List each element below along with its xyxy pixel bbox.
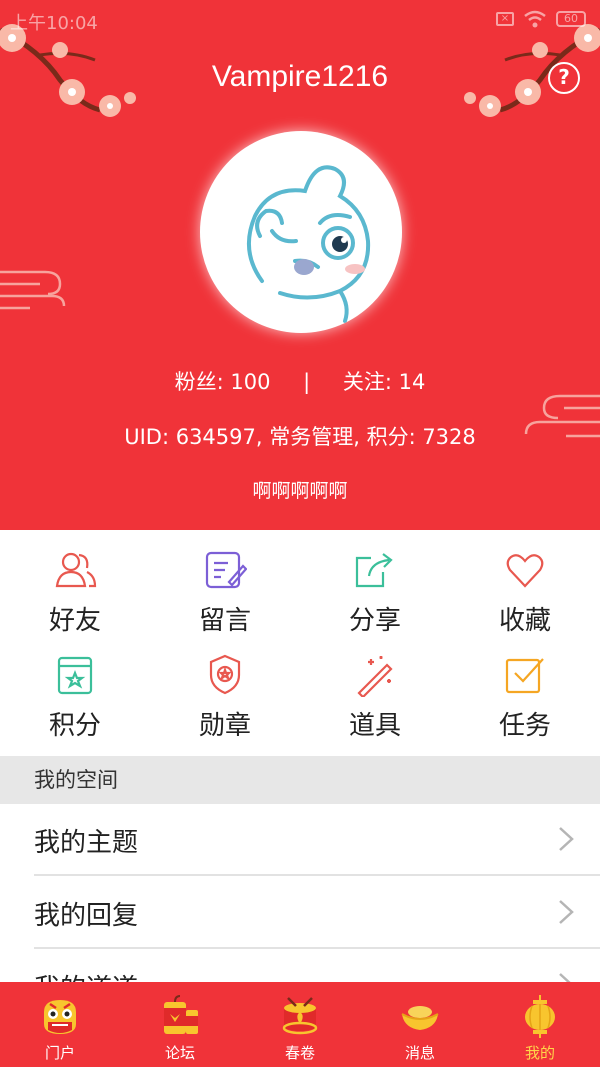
lantern-icon bbox=[525, 995, 555, 1038]
friends-icon bbox=[55, 552, 97, 588]
feature-medals[interactable]: 勋章 bbox=[150, 643, 300, 748]
sim-icon: × bbox=[496, 12, 514, 26]
tab-label: 门户 bbox=[44, 1044, 75, 1062]
uid-info: UID: 634597, 常务管理, 积分: 7328 bbox=[124, 425, 476, 449]
feature-label: 留言 bbox=[198, 606, 251, 636]
cloud-left-decoration bbox=[0, 270, 66, 310]
tab-label: 论坛 bbox=[164, 1044, 195, 1062]
tab-label: 春卷 bbox=[284, 1044, 315, 1062]
tab-label: 消息 bbox=[404, 1044, 435, 1062]
feature-label: 道具 bbox=[348, 711, 401, 741]
tab-mine[interactable]: 我的 bbox=[480, 982, 600, 1067]
task-icon bbox=[505, 658, 544, 694]
profile-header: 上午10:04 × 60 Vampire1216 ? 粉丝: 100 | 关注:… bbox=[0, 0, 600, 530]
feature-label: 收藏 bbox=[498, 606, 551, 636]
avatar-image bbox=[246, 165, 371, 323]
list-item-my-topics[interactable]: 我的主题 bbox=[0, 804, 600, 876]
feature-grid: 好友 留言 分享 收藏 积分 勋章 道具 任务 bbox=[0, 530, 600, 756]
gold-ingot-icon bbox=[401, 1006, 439, 1030]
followers-count[interactable]: 粉丝: 100 bbox=[175, 370, 271, 394]
feature-favorites[interactable]: 收藏 bbox=[450, 538, 600, 643]
feature-label: 分享 bbox=[348, 606, 401, 636]
firecracker-icon bbox=[164, 995, 198, 1034]
feature-message[interactable]: 留言 bbox=[150, 538, 300, 643]
feature-label: 积分 bbox=[48, 711, 101, 741]
feature-tasks[interactable]: 任务 bbox=[450, 643, 600, 748]
feature-label: 勋章 bbox=[198, 711, 251, 741]
status-time: 上午10:04 bbox=[10, 13, 98, 34]
battery-icon: 60 bbox=[556, 11, 586, 27]
message-icon bbox=[205, 551, 247, 589]
feature-points[interactable]: 积分 bbox=[0, 643, 150, 748]
status-bar: 上午10:04 × 60 bbox=[0, 0, 600, 40]
tab-portal[interactable]: 门户 bbox=[0, 982, 120, 1067]
tab-label: 我的 bbox=[524, 1044, 555, 1062]
chevron-right-icon bbox=[559, 900, 574, 924]
points-icon bbox=[57, 656, 93, 695]
share-icon bbox=[355, 553, 393, 588]
list-item-label: 我的回复 bbox=[34, 901, 139, 931]
list-item-my-replies[interactable]: 我的回复 bbox=[0, 877, 600, 949]
user-signature: 啊啊啊啊啊 bbox=[252, 480, 348, 502]
bottom-tab-bar: 门户 论坛 春卷 消息 我的 bbox=[0, 982, 600, 1067]
medal-icon bbox=[209, 654, 241, 695]
divider bbox=[34, 947, 600, 949]
list-item-label: 我的主题 bbox=[34, 828, 139, 858]
feature-friends[interactable]: 好友 bbox=[0, 538, 150, 643]
follow-stats: 粉丝: 100 | 关注: 14 bbox=[0, 366, 600, 396]
feature-props[interactable]: 道具 bbox=[300, 643, 450, 748]
chevron-right-icon bbox=[559, 827, 574, 851]
tab-spring-roll[interactable]: 春卷 bbox=[240, 982, 360, 1067]
heart-icon bbox=[506, 554, 544, 588]
tab-messages[interactable]: 消息 bbox=[360, 982, 480, 1067]
following-count[interactable]: 关注: 14 bbox=[343, 370, 425, 394]
feature-label: 好友 bbox=[48, 606, 101, 636]
lion-dance-icon bbox=[44, 1000, 76, 1034]
divider bbox=[34, 874, 600, 876]
username: Vampire1216 bbox=[211, 60, 389, 93]
stats-separator: | bbox=[303, 370, 311, 394]
wifi-icon bbox=[524, 10, 546, 28]
drum-icon bbox=[282, 997, 318, 1035]
avatar[interactable] bbox=[200, 131, 402, 333]
wand-icon bbox=[357, 656, 393, 697]
section-my-space: 我的空间 bbox=[0, 756, 600, 804]
tab-forum[interactable]: 论坛 bbox=[120, 982, 240, 1067]
feature-share[interactable]: 分享 bbox=[300, 538, 450, 643]
feature-label: 任务 bbox=[498, 711, 551, 741]
help-icon[interactable]: ? bbox=[548, 62, 580, 94]
